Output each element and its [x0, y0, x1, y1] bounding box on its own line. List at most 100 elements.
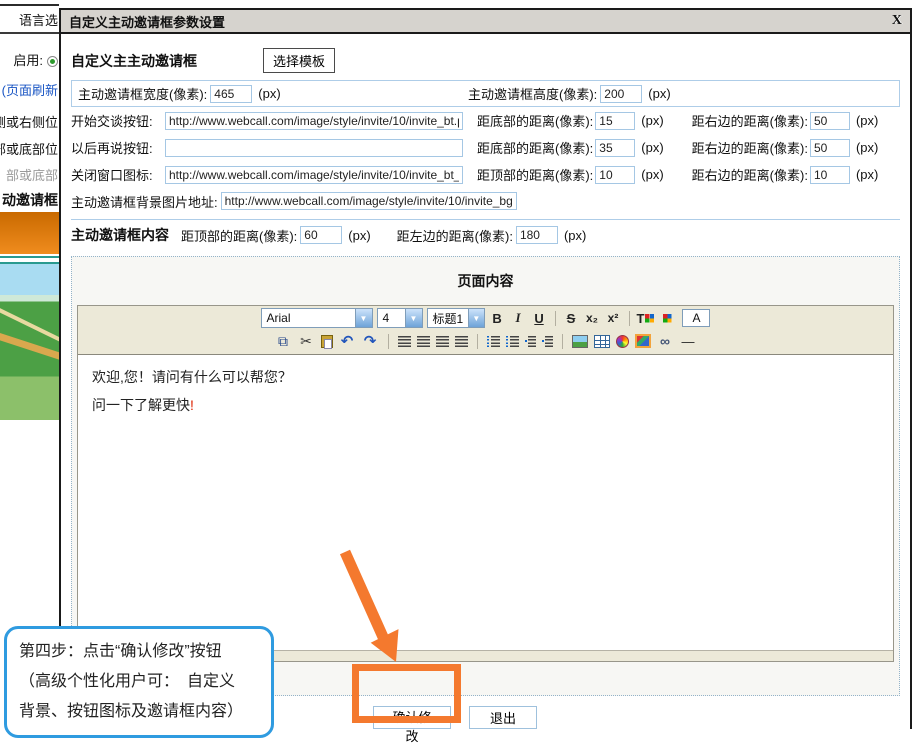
radio-button-icon[interactable]	[47, 56, 58, 67]
distance-bottom-input[interactable]	[595, 112, 635, 130]
background-bottom-label: 部或底部位	[0, 139, 58, 158]
invite-settings-dialog: 自定义主动邀请框参数设置 X 自定义主主动邀请框 选择模板 主动邀请框宽度(像素…	[59, 8, 912, 729]
align-right-icon[interactable]	[436, 336, 449, 347]
toolbar-separator	[562, 334, 563, 349]
tutorial-note-line-2: （高级个性化用户可： 自定义	[19, 667, 259, 697]
content-top-label: 距顶部的距离(像素):	[181, 226, 297, 245]
indent-icon[interactable]	[542, 336, 553, 347]
distance-right-input[interactable]	[810, 112, 850, 130]
insert-flash-icon[interactable]	[635, 334, 651, 348]
distance-top-input[interactable]	[595, 166, 635, 184]
px-unit: (px)	[564, 228, 586, 243]
outdent-icon[interactable]	[525, 336, 536, 347]
horizontal-rule-icon[interactable]: —	[680, 332, 697, 350]
px-unit: (px)	[641, 140, 663, 155]
distance-right-input[interactable]	[810, 166, 850, 184]
px-unit: (px)	[856, 140, 878, 155]
align-justify-icon[interactable]	[455, 336, 468, 347]
width-input[interactable]	[210, 85, 252, 103]
chevron-down-icon	[468, 309, 483, 327]
toolbar-separator	[629, 311, 630, 326]
redo-icon[interactable]: ↷	[362, 332, 379, 350]
red-exclamation: !	[190, 397, 194, 413]
tutorial-arrow-icon	[330, 540, 420, 670]
choose-template-button[interactable]: 选择模板	[263, 48, 335, 73]
unordered-list-icon[interactable]	[506, 336, 519, 347]
font-family-select[interactable]: Arial	[261, 308, 373, 328]
px-unit: (px)	[856, 167, 878, 182]
copy-icon[interactable]: ⧉	[275, 332, 292, 350]
px-unit: (px)	[258, 86, 280, 101]
dialog-title: 自定义主动邀请框参数设置	[69, 12, 225, 31]
background-enable-row: 启用:	[13, 50, 58, 69]
background-lang-label: 语言选	[19, 10, 58, 29]
start-chat-url-input[interactable]	[165, 112, 463, 130]
background-bottom-label-2: 部或底部	[6, 165, 58, 184]
cut-icon[interactable]: ✂	[298, 332, 315, 350]
content-top-input[interactable]	[300, 226, 342, 244]
distance-bottom-label: 距底部的距离(像素):	[477, 138, 593, 157]
editor-line-2: 问一下了解更快!	[92, 395, 879, 415]
editor-toolbar-row-1: Arial 4 标题1 B I U S x₂ x² T	[78, 306, 893, 330]
section-title: 自定义主主动邀请框	[71, 51, 197, 71]
subscript-icon[interactable]: x₂	[584, 309, 601, 327]
background-image-label: 主动邀请框背景图片地址:	[71, 192, 218, 211]
background-refresh-label: (页面刷新	[2, 80, 58, 99]
tutorial-highlight-rectangle	[352, 664, 461, 723]
char-style-box[interactable]: A	[682, 309, 710, 327]
later-button-url-input[interactable]	[165, 139, 463, 157]
height-input[interactable]	[600, 85, 642, 103]
start-chat-label: 开始交谈按钮:	[71, 111, 165, 130]
invite-preview-nature-image	[0, 264, 59, 420]
px-unit: (px)	[641, 167, 663, 182]
toolbar-separator	[555, 311, 556, 326]
align-left-icon[interactable]	[398, 336, 411, 347]
underline-icon[interactable]: U	[531, 309, 548, 327]
divider	[0, 256, 59, 264]
font-color-icon[interactable]: T	[637, 309, 655, 327]
content-left-label: 距左边的距离(像素):	[397, 226, 513, 245]
editor-content-area[interactable]: 欢迎,您！请问有什么可以帮您？ 问一下了解更快!	[78, 354, 893, 650]
distance-right-label: 距右边的距离(像素):	[692, 138, 808, 157]
exit-button[interactable]: 退出	[469, 706, 537, 729]
close-icon[interactable]: X	[892, 13, 902, 29]
background-image-row: 主动邀请框背景图片地址:	[71, 188, 900, 214]
emoticon-icon[interactable]	[616, 335, 629, 348]
chevron-down-icon	[355, 309, 372, 327]
color-grid-icon	[645, 314, 654, 323]
insert-image-icon[interactable]	[572, 335, 588, 348]
background-side-label: 侧或右侧位	[0, 112, 58, 131]
font-size-select[interactable]: 4	[377, 308, 423, 328]
superscript-icon[interactable]: x²	[605, 309, 622, 327]
paste-icon[interactable]	[321, 335, 333, 348]
distance-right-input[interactable]	[810, 139, 850, 157]
background-invite-label: 动邀请框	[2, 190, 58, 210]
ordered-list-icon[interactable]	[487, 336, 500, 347]
italic-icon[interactable]: I	[510, 309, 527, 327]
height-label: 主动邀请框高度(像素):	[468, 84, 597, 103]
paragraph-style-select[interactable]: 标题1	[427, 308, 485, 328]
background-image-url-input[interactable]	[221, 192, 517, 210]
hyperlink-icon[interactable]: ∞	[657, 332, 674, 350]
align-center-icon[interactable]	[417, 336, 430, 347]
content-left-input[interactable]	[516, 226, 558, 244]
strikethrough-icon[interactable]: S	[563, 309, 580, 327]
distance-bottom-label: 距底部的距离(像素):	[477, 111, 593, 130]
content-section-title: 主动邀请框内容	[71, 225, 169, 245]
bold-icon[interactable]: B	[489, 309, 506, 327]
px-unit: (px)	[856, 113, 878, 128]
toolbar-separator	[388, 334, 389, 349]
chevron-down-icon	[405, 309, 422, 327]
color-grid-icon	[663, 314, 672, 323]
distance-bottom-input[interactable]	[595, 139, 635, 157]
undo-icon[interactable]: ↶	[339, 332, 356, 350]
later-button-row: 以后再说按钮: 距底部的距离(像素): (px) 距右边的距离(像素): (px…	[71, 134, 900, 161]
close-icon-row: 关闭窗口图标: 距顶部的距离(像素): (px) 距右边的距离(像素): (px…	[71, 161, 900, 188]
panel-title: 页面内容	[72, 271, 899, 291]
close-icon-url-input[interactable]	[165, 166, 463, 184]
background-page-sliver: 语言选 启用: (页面刷新 侧或右侧位 部或底部位 部或底部 动邀请框	[0, 0, 59, 729]
highlight-color-icon[interactable]	[658, 309, 675, 327]
invite-preview-orange-banner	[0, 212, 59, 254]
px-unit: (px)	[348, 228, 370, 243]
insert-table-icon[interactable]	[594, 335, 610, 348]
